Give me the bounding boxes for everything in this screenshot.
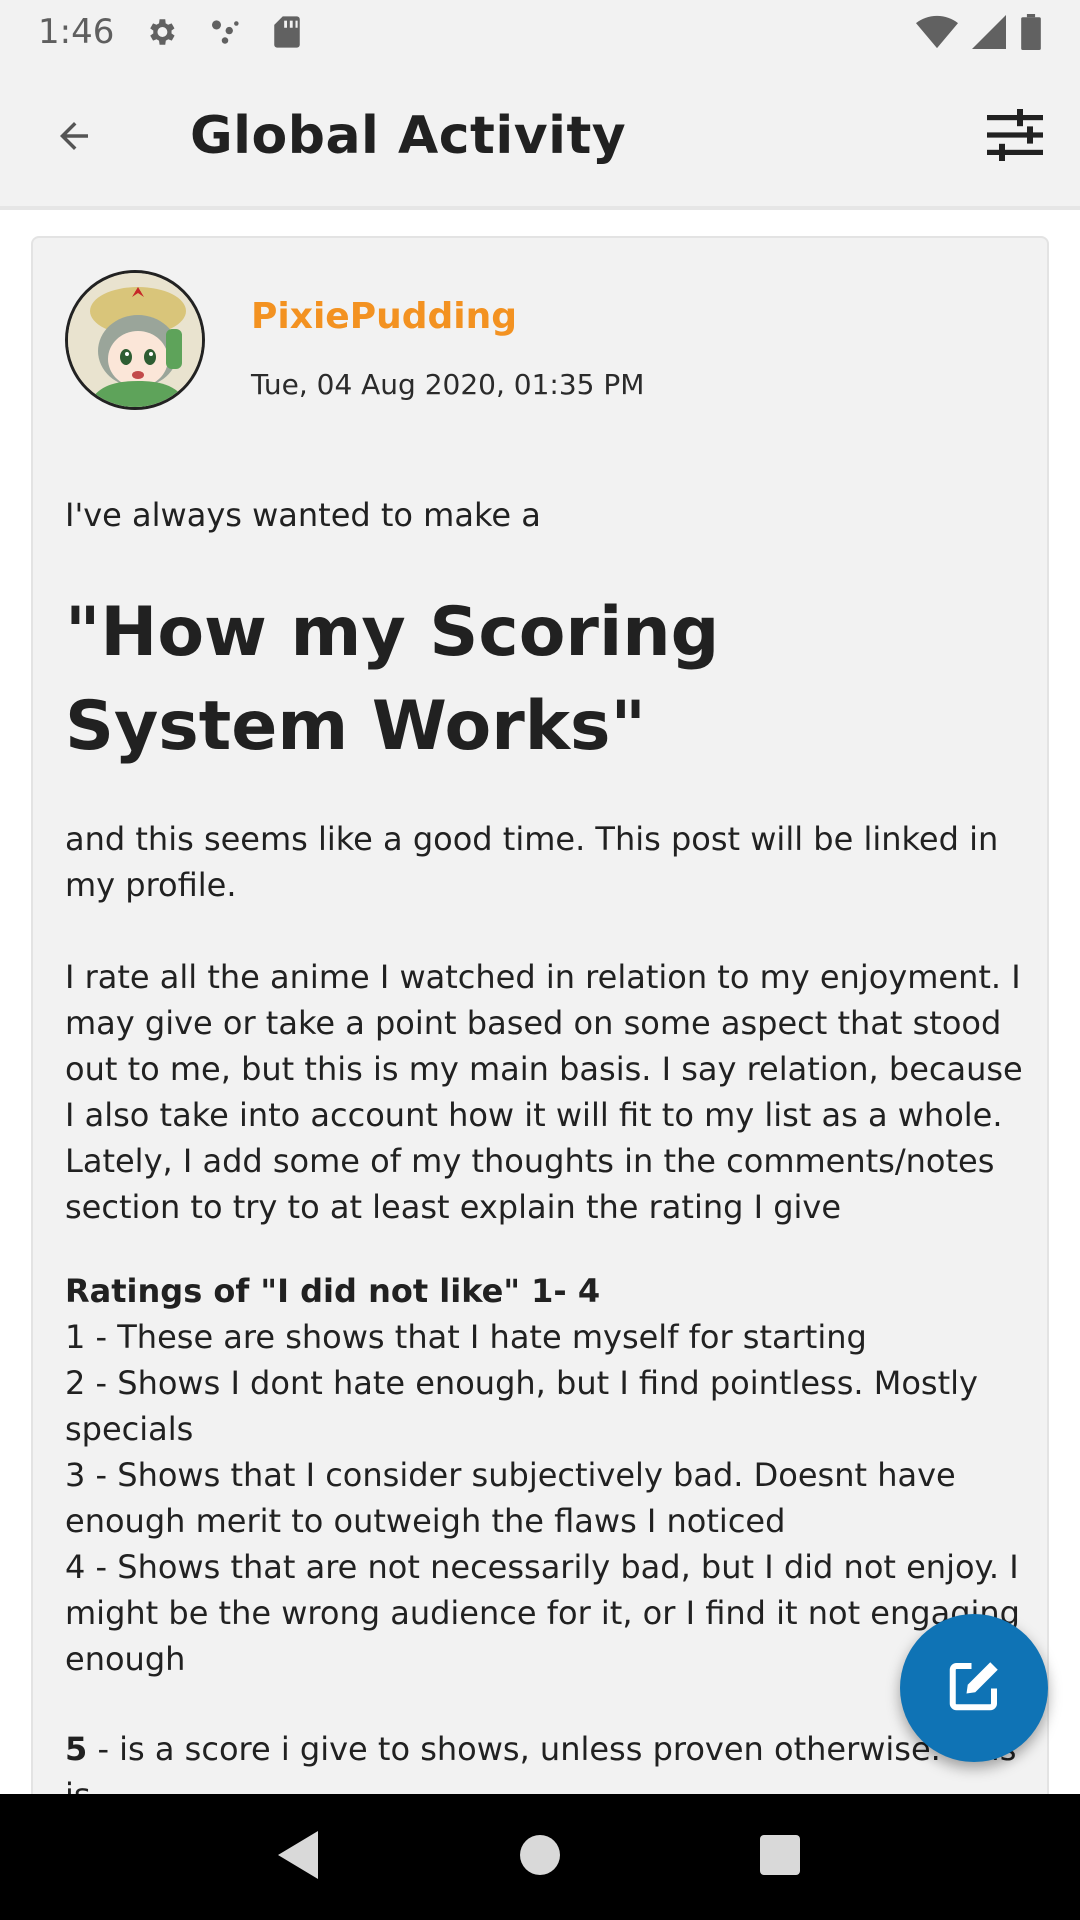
app-bar: Global Activity	[0, 64, 1080, 210]
battery-icon	[1020, 14, 1042, 50]
post-timestamp: Tue, 04 Aug 2020, 01:35 PM	[251, 368, 645, 401]
nav-home-icon	[520, 1835, 560, 1879]
compose-icon	[944, 1656, 1004, 1720]
nav-back-button[interactable]	[260, 1817, 340, 1897]
post-paragraph-1: and this seems like a good time. This po…	[65, 820, 999, 904]
avatar[interactable]	[65, 270, 205, 410]
activity-card[interactable]: PixiePudding Tue, 04 Aug 2020, 01:35 PM …	[31, 236, 1049, 1836]
ratings-section: Ratings of "I did not like" 1- 4 1 - The…	[65, 1268, 1025, 1682]
sd-card-icon	[272, 15, 302, 49]
sliders-icon	[987, 108, 1043, 166]
gear-icon	[144, 15, 178, 49]
post-heading: "How my Scoring System Works"	[65, 593, 720, 766]
back-button[interactable]	[46, 112, 102, 164]
nav-recents-button[interactable]	[740, 1817, 820, 1897]
rating-4: 4 - Shows that are not necessarily bad, …	[65, 1548, 1020, 1678]
rating-1: 1 - These are shows that I hate myself f…	[65, 1318, 867, 1356]
wifi-icon	[916, 15, 958, 49]
username-link[interactable]: PixiePudding	[251, 296, 517, 337]
status-left: 1:46	[38, 12, 302, 52]
ratings-heading: Ratings of "I did not like" 1- 4	[65, 1272, 601, 1310]
nav-back-icon	[278, 1831, 322, 1883]
status-bar: 1:46	[0, 0, 1080, 64]
cellular-signal-icon	[972, 15, 1006, 49]
status-time: 1:46	[38, 12, 115, 52]
nav-recents-icon	[760, 1835, 800, 1879]
system-nav-bar	[0, 1794, 1080, 1920]
status-right	[916, 14, 1042, 50]
post-intro: I've always wanted to make a	[65, 496, 541, 534]
network-dots-icon	[208, 15, 242, 49]
nav-home-button[interactable]	[500, 1817, 580, 1897]
rating-5-number: 5	[65, 1730, 88, 1768]
filter-button[interactable]	[984, 106, 1046, 168]
post-paragraph-2: I rate all the anime I watched in relati…	[65, 958, 1023, 1226]
compose-button[interactable]	[900, 1614, 1048, 1762]
rating-3: 3 - Shows that I consider subjectively b…	[65, 1456, 956, 1540]
arrow-back-icon	[50, 115, 98, 161]
rating-2: 2 - Shows I dont hate enough, but I find…	[65, 1364, 978, 1448]
page-title: Global Activity	[190, 106, 627, 166]
